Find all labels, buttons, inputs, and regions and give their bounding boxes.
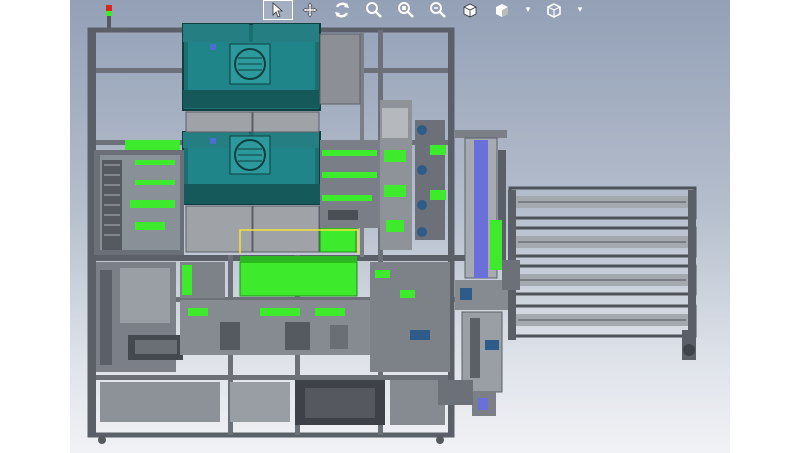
- mechanism-column: [320, 100, 446, 250]
- heads-up-view-toolbar: ▾ ▾: [263, 0, 589, 20]
- conveyor-stack: [502, 186, 697, 360]
- hide-show-dropdown-icon[interactable]: ▾: [571, 0, 589, 20]
- left-rack: [94, 140, 184, 255]
- hide-show-items-icon[interactable]: [539, 0, 569, 20]
- fan-filter-unit-top: [182, 23, 361, 111]
- rotate-view-icon[interactable]: [327, 0, 357, 20]
- zoom-to-fit-icon[interactable]: [359, 0, 389, 20]
- pan-icon[interactable]: [295, 0, 325, 20]
- fan-filter-unit-bottom: [182, 131, 321, 205]
- standard-views-icon[interactable]: [455, 0, 485, 20]
- zoom-to-area-icon[interactable]: [391, 0, 421, 20]
- machine-assembly-model[interactable]: [70, 0, 730, 453]
- select-tool-icon[interactable]: [263, 0, 293, 20]
- signal-tower-top: [106, 5, 112, 28]
- display-style-icon[interactable]: [487, 0, 517, 20]
- display-style-dropdown-icon[interactable]: ▾: [519, 0, 537, 20]
- zoom-in-out-icon[interactable]: [423, 0, 453, 20]
- graphics-viewport[interactable]: ▾ ▾: [70, 0, 730, 453]
